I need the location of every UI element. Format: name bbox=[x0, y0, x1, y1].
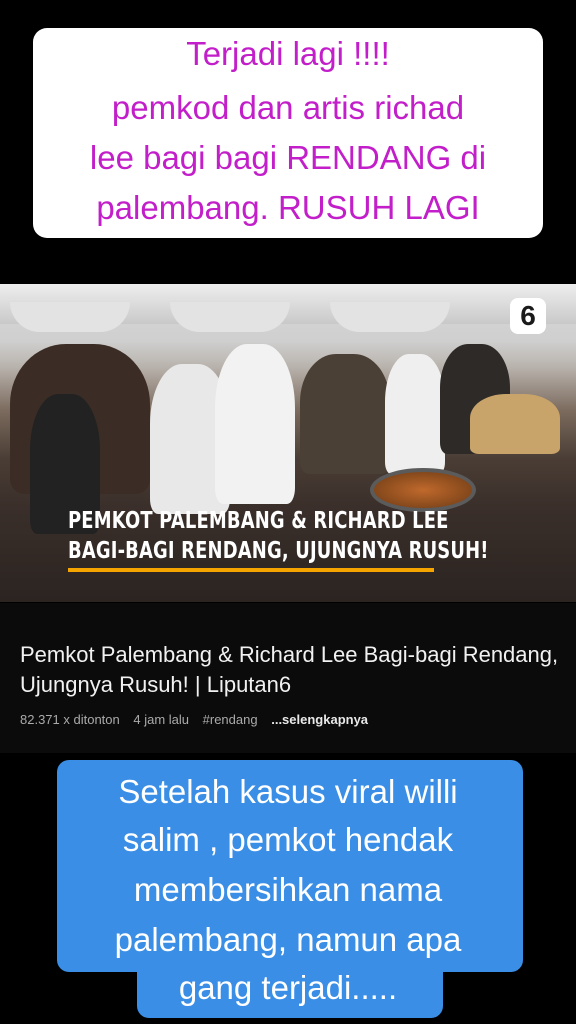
upload-age: 4 jam lalu bbox=[133, 712, 190, 727]
tent-drape bbox=[10, 302, 130, 332]
caption-bottom-line-4: palembang, namun apa bbox=[114, 921, 462, 958]
caption-top-line-3: lee bagi bagi RENDANG di bbox=[89, 139, 487, 176]
chef-figure bbox=[215, 344, 295, 504]
caption-top-line-2: pemkod dan artis richad bbox=[111, 89, 465, 126]
caption-bottom-line-2: salim , pemkot hendak bbox=[122, 821, 454, 858]
rendang-pan bbox=[370, 468, 476, 512]
caption-top-line-4: palembang. RUSUH LAGI bbox=[96, 189, 480, 226]
video-banner-line-2: BAGI-BAGI RENDANG, UJUNGNYA RUSUH! bbox=[68, 538, 489, 564]
crowd-figure bbox=[300, 354, 390, 474]
banner-underline bbox=[68, 568, 434, 572]
video-title[interactable]: Pemkot Palembang & Richard Lee Bagi-bagi… bbox=[20, 640, 560, 700]
hashtag-link[interactable]: #rendang bbox=[203, 712, 258, 727]
tent-drape bbox=[170, 302, 290, 332]
caption-bottom-line-1: Setelah kasus viral willi bbox=[118, 773, 458, 810]
caption-bottom-line-3: membersihkan nama bbox=[133, 871, 443, 908]
tent-drape bbox=[330, 302, 450, 332]
liputan6-logo: 6 bbox=[510, 298, 546, 334]
caption-top-line-1: Terjadi lagi !!!! bbox=[186, 35, 390, 72]
video-banner-line-1: PEMKOT PALEMBANG & RICHARD LEE bbox=[68, 508, 449, 534]
chef-figure bbox=[385, 354, 445, 474]
video-stats: 82.371 x ditonton 4 jam lalu #rendang ..… bbox=[20, 712, 368, 727]
caption-bottom-line-5: gang terjadi..... bbox=[178, 969, 398, 1006]
view-count: 82.371 x ditonton bbox=[20, 712, 120, 727]
table bbox=[470, 394, 560, 454]
caption-top: Terjadi lagi !!!! pemkod dan artis richa… bbox=[33, 28, 543, 238]
show-more-link[interactable]: ...selengkapnya bbox=[271, 712, 368, 727]
